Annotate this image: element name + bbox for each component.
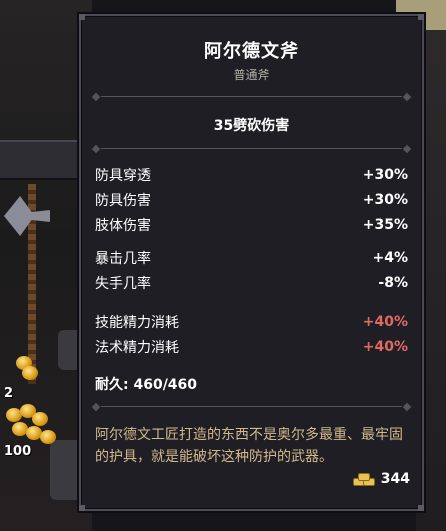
stat-group-stamina: 技能精力消耗 +40% 法术精力消耗 +40%: [95, 309, 408, 359]
gold-bars-icon: [352, 473, 375, 486]
stat-row: 肢体伤害 +35%: [95, 212, 408, 237]
stat-value: +4%: [372, 249, 409, 266]
item-name: 阿尔德文斧: [204, 41, 299, 62]
stat-value: +30%: [362, 191, 408, 208]
item-type: 普通斧: [233, 68, 270, 82]
frame-corner: [79, 505, 85, 511]
price-value: 344: [380, 471, 410, 487]
stat-label: 防具穿透: [95, 167, 151, 184]
stat-label: 法术精力消耗: [95, 339, 179, 356]
stat-value: +40%: [362, 313, 408, 330]
item-description: 阿尔德文工匠打造的东西不是奥尔多最重、最牢固的护具，就是能破坏这种防护的武器。: [95, 427, 403, 465]
stat-label: 肢体伤害: [95, 217, 151, 234]
stat-row: 技能精力消耗 +40%: [95, 309, 408, 334]
stat-row: 失手几率 -8%: [95, 270, 408, 295]
stat-value: -8%: [378, 274, 408, 291]
stat-row: 防具伤害 +30%: [95, 187, 408, 212]
gold-coin-icon: [32, 412, 48, 426]
coin-stack-count: 100: [4, 444, 32, 459]
gold-coin-icon: [40, 430, 56, 444]
divider: [91, 92, 412, 102]
stat-row: 法术精力消耗 +40%: [95, 334, 408, 359]
stat-row: 防具穿透 +30%: [95, 162, 408, 187]
stat-group-armor: 防具穿透 +30% 防具伤害 +30% 肢体伤害 +35%: [95, 162, 408, 237]
item-tooltip: 阿尔德文斧 普通斧 35劈砍伤害 防具穿透 +30% 防具伤害 +30% 肢体伤…: [79, 14, 424, 511]
stat-value: +40%: [362, 338, 408, 355]
divider: [91, 402, 412, 412]
frame-corner: [418, 505, 424, 511]
frame-corner: [79, 14, 85, 20]
stat-label: 防具伤害: [95, 192, 151, 209]
stat-value: +30%: [362, 166, 408, 183]
item-damage: 35劈砍伤害: [213, 118, 290, 134]
stat-group-crit: 暴击几率 +4% 失手几率 -8%: [95, 245, 408, 295]
frame-corner: [418, 14, 424, 20]
stat-label: 技能精力消耗: [95, 314, 179, 331]
item-price: 344: [352, 471, 410, 487]
stat-label: 暴击几率: [95, 250, 151, 267]
stat-row: 暴击几率 +4%: [95, 245, 408, 270]
gold-coin-icon: [22, 366, 38, 380]
coin-stack-count: 2: [4, 386, 14, 401]
stat-label: 失手几率: [95, 275, 151, 292]
durability: 耐久: 460/460: [95, 377, 198, 393]
stat-value: +35%: [362, 216, 408, 233]
divider: [91, 144, 412, 154]
